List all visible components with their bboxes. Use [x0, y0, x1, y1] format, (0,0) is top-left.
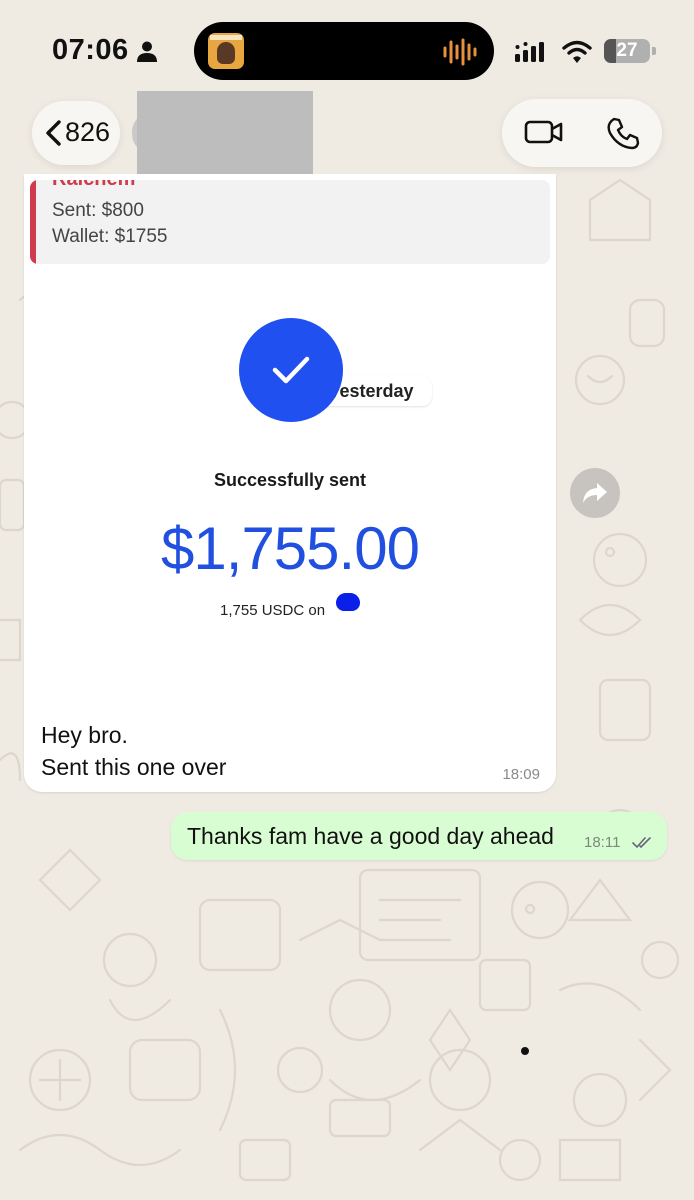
message-text: Hey bro. — [41, 722, 128, 748]
contact-name-redacted[interactable] — [137, 91, 313, 186]
audio-waveform-icon — [443, 38, 477, 66]
double-check-icon — [632, 837, 651, 849]
checkmark-icon — [239, 318, 343, 422]
battery-level: 27 — [616, 40, 638, 61]
back-button[interactable]: 826 — [32, 101, 120, 165]
now-playing-artwork[interactable] — [208, 33, 244, 69]
message-timestamp: 18:09 — [502, 766, 540, 783]
video-camera-icon[interactable] — [524, 117, 564, 147]
message-text: Sent this one over — [41, 754, 227, 780]
person-icon — [137, 41, 157, 62]
quote-author: Ralchem — [52, 180, 135, 191]
quote-text-line: Wallet: $1755 — [52, 226, 168, 247]
cellular-signal-icon — [515, 42, 544, 62]
status-time: 07:06 — [52, 34, 129, 66]
message-text: Thanks fam have a good day ahead — [187, 823, 554, 849]
outgoing-message-bubble[interactable]: Thanks fam have a good day ahead 18:11 — [171, 812, 667, 860]
forward-button[interactable] — [570, 468, 620, 518]
receipt-status: Successfully sent — [213, 470, 367, 490]
wifi-icon — [562, 40, 592, 63]
quote-accent-bar — [30, 180, 36, 264]
quote-text-line: Sent: $800 — [52, 200, 144, 221]
unread-count: 826 — [65, 117, 111, 147]
chevron-left-icon — [46, 120, 61, 146]
cursor-dot — [521, 1047, 529, 1055]
call-actions — [502, 99, 662, 167]
forward-arrow-icon — [583, 483, 607, 503]
receipt-subtitle: 1,755 USDC on — [220, 602, 326, 619]
quoted-message[interactable]: Ralchem Sent: $800 Wallet: $1755 — [30, 180, 550, 264]
dynamic-island[interactable] — [194, 22, 494, 80]
network-scribble — [336, 593, 360, 611]
status-bar: 07:06 27 — [0, 0, 694, 100]
phone-icon[interactable] — [606, 116, 640, 150]
incoming-message-bubble[interactable]: Ralchem Sent: $800 Wallet: $1755 Yesterd… — [24, 174, 556, 792]
battery-indicator: 27 — [604, 39, 656, 63]
message-timestamp: 18:11 — [584, 834, 621, 851]
receipt-amount: $1,755.00 — [161, 515, 420, 582]
